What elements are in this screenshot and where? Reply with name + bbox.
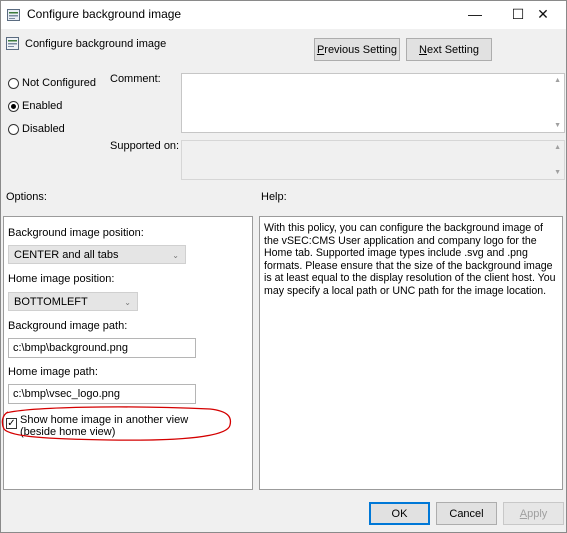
help-heading: Help: [261, 191, 287, 203]
previous-setting-label: Previous Setting [316, 43, 398, 56]
ok-button[interactable]: OK [369, 502, 430, 525]
chevron-down-icon: ⌄ [172, 251, 179, 260]
scroll-down-icon[interactable]: ▼ [554, 169, 561, 176]
radio-disabled-label: Disabled [22, 123, 65, 135]
scroll-up-icon[interactable]: ▲ [554, 144, 561, 151]
comment-label: Comment: [110, 73, 161, 85]
scroll-down-icon[interactable]: ▼ [554, 122, 561, 129]
window-title: Configure background image [27, 7, 182, 21]
radio-enabled-label: Enabled [22, 100, 63, 112]
setting-icon [6, 37, 19, 50]
apply-button[interactable]: Apply [503, 502, 564, 525]
next-setting-label: Next Setting [419, 43, 479, 56]
close-button[interactable]: ✕ [521, 0, 565, 28]
radio-selected-dot [11, 104, 16, 109]
home-position-value: BOTTOMLEFT [14, 295, 88, 308]
home-position-select[interactable]: BOTTOMLEFT ⌄ [8, 292, 138, 311]
apply-label: Apply [519, 507, 548, 520]
bg-position-label: Background image position: [8, 227, 144, 239]
bg-position-value: CENTER and all tabs [14, 248, 119, 261]
home-path-input[interactable]: c:\bmp\vsec_logo.png [8, 384, 196, 404]
help-text: With this policy, you can configure the … [264, 222, 556, 297]
bg-position-select[interactable]: CENTER and all tabs ⌄ [8, 245, 186, 264]
radio-not-configured-label: Not Configured [22, 77, 96, 89]
cancel-label: Cancel [449, 507, 484, 520]
comment-textbox[interactable]: ▲ ▼ [181, 73, 565, 133]
setting-name: Configure background image [25, 38, 167, 50]
home-position-label: Home image position: [8, 273, 115, 285]
minimize-icon: — [468, 6, 482, 22]
minimize-button[interactable]: — [452, 0, 498, 28]
supported-on-box: ▲ ▼ [181, 140, 565, 180]
scroll-up-icon[interactable]: ▲ [554, 77, 561, 84]
chevron-down-icon: ⌄ [124, 298, 131, 307]
bg-path-label: Background image path: [8, 320, 128, 332]
home-path-value: c:\bmp\vsec_logo.png [13, 388, 121, 400]
close-icon: ✕ [537, 5, 549, 22]
radio-circle[interactable] [8, 101, 19, 112]
radio-circle[interactable] [8, 78, 19, 89]
home-path-label: Home image path: [8, 366, 98, 378]
previous-setting-button[interactable]: Previous Setting [314, 38, 400, 61]
next-setting-button[interactable]: Next Setting [406, 38, 492, 61]
cancel-button[interactable]: Cancel [436, 502, 497, 525]
bg-path-value: c:\bmp\background.png [13, 342, 128, 354]
ok-label: OK [391, 507, 408, 520]
bg-path-input[interactable]: c:\bmp\background.png [8, 338, 196, 358]
supported-on-label: Supported on: [110, 140, 180, 152]
radio-circle[interactable] [8, 124, 19, 135]
options-heading: Options: [6, 191, 47, 203]
policy-icon [7, 9, 20, 21]
highlight-annotation [1, 406, 232, 441]
